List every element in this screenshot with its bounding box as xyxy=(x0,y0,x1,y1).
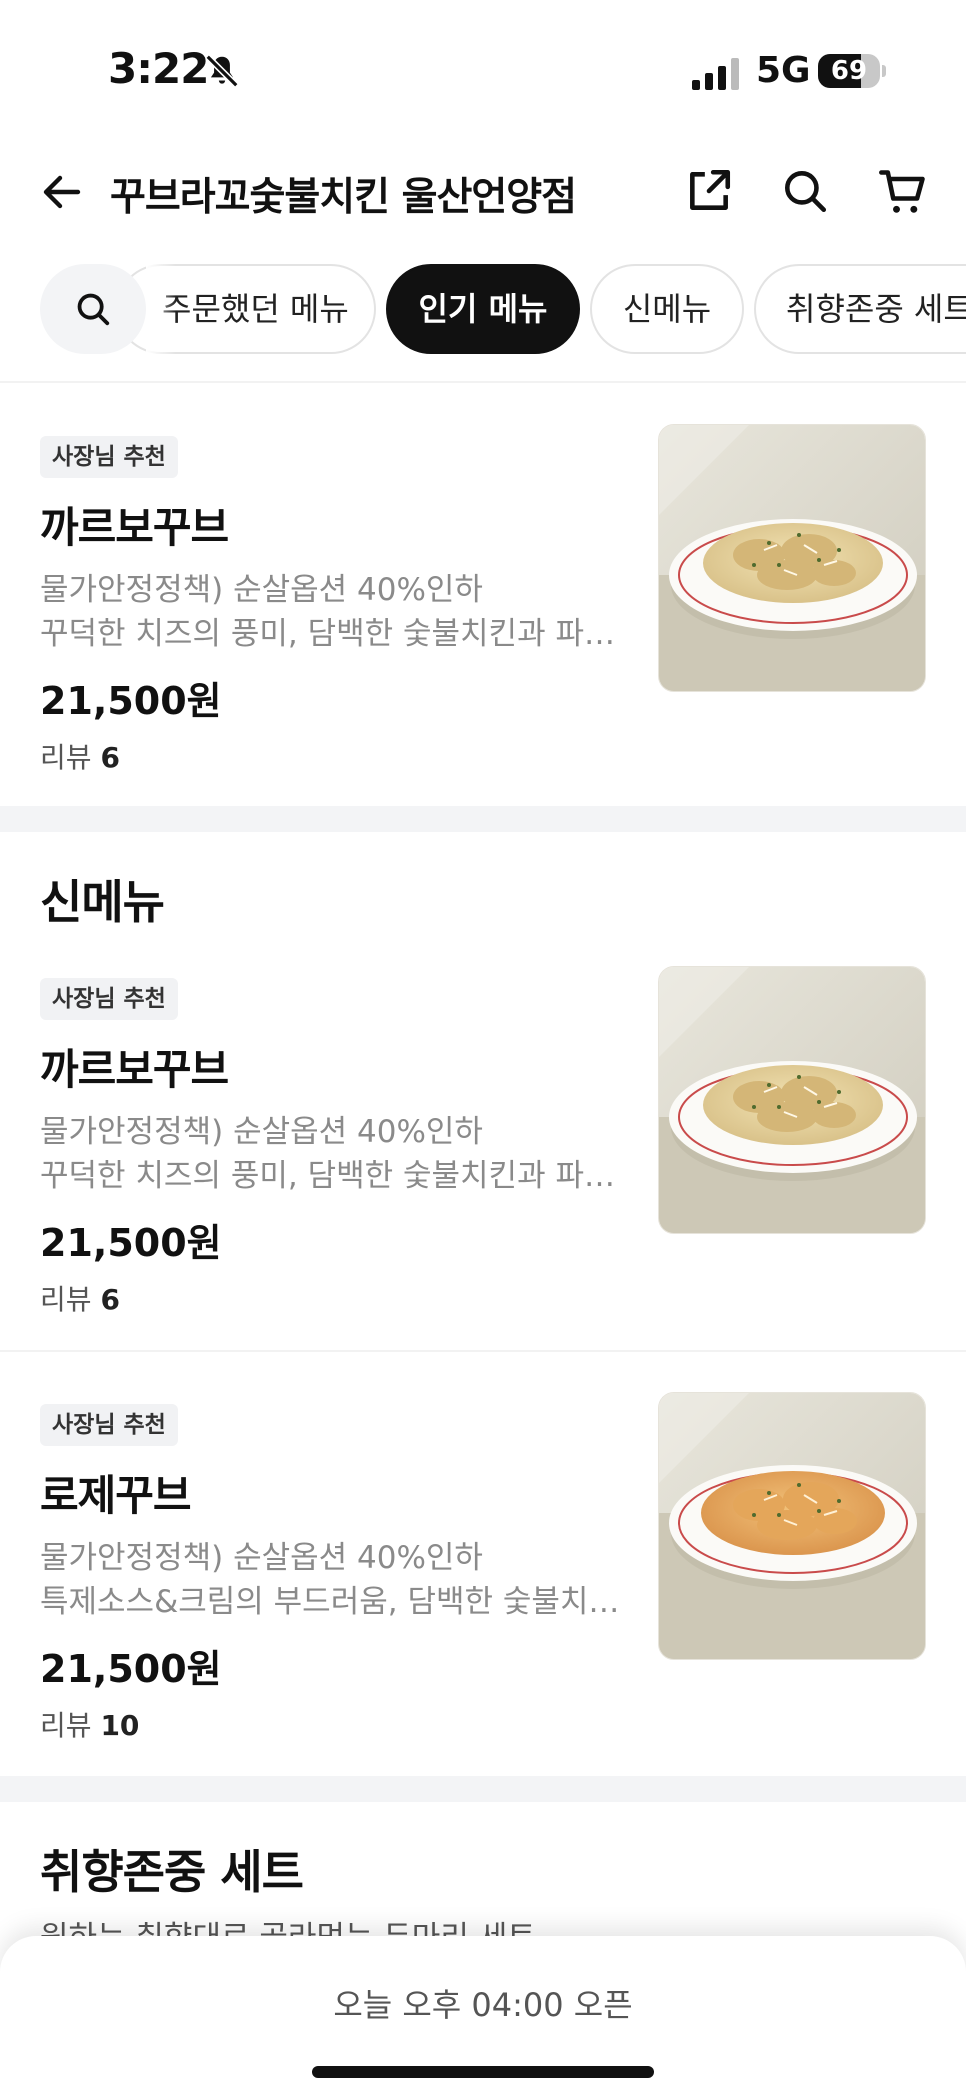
share-icon[interactable] xyxy=(684,166,734,216)
item-desc-line1: 물가안정정책) 순살옵션 40%인하 xyxy=(40,572,483,608)
arrow-left-icon[interactable] xyxy=(38,168,86,216)
item-image xyxy=(658,1392,926,1660)
store-header: 꾸브라꼬숯불치킨 울산언양점 xyxy=(0,150,966,234)
item-review: 리뷰 6 xyxy=(40,1278,120,1318)
menu-item-carbo-new[interactable]: 사장님 추천 까르보꾸브 물가안정정책) 순살옵션 40%인하 꾸덕한 치즈의 … xyxy=(0,966,966,1316)
item-review: 리뷰 6 xyxy=(40,736,120,776)
item-desc-line2: 꾸덕한 치즈의 풍미, 담백한 숯불치킨과 파… xyxy=(40,616,615,652)
category-tabs: 주문했던 메뉴 인기 메뉴 신메뉴 취향존중 세트 xyxy=(0,264,966,356)
item-name: 까르보꾸브 xyxy=(40,503,229,552)
section-title-set-menu: 취향존중 세트 xyxy=(40,1845,304,1899)
search-icon[interactable] xyxy=(780,166,830,216)
section-title-new-menu: 신메뉴 xyxy=(40,875,165,929)
tab-fade xyxy=(146,264,176,354)
section-gap xyxy=(0,1776,966,1802)
tab-set-menu[interactable]: 취향존중 세트 xyxy=(754,264,966,354)
status-bar: 3:22 5G 69 xyxy=(0,0,966,140)
item-name: 로제꾸브 xyxy=(40,1471,192,1520)
tab-new-menu[interactable]: 신메뉴 xyxy=(590,264,744,354)
item-review: 리뷰 10 xyxy=(40,1704,139,1744)
item-price: 21,500원 xyxy=(40,679,222,723)
bottom-sheet: 오늘 오후 04:00 오픈 xyxy=(0,1936,966,2094)
review-count: 6 xyxy=(100,741,120,774)
signal-icon xyxy=(692,58,739,90)
recommend-badge: 사장님 추천 xyxy=(40,978,178,1020)
review-label: 리뷰 xyxy=(40,741,92,774)
item-divider xyxy=(0,1350,966,1352)
bell-slash-icon xyxy=(205,54,239,88)
section-gap xyxy=(0,806,966,832)
item-image xyxy=(658,966,926,1234)
cart-icon[interactable] xyxy=(876,166,930,218)
recommend-badge: 사장님 추천 xyxy=(40,1404,178,1446)
divider xyxy=(0,381,966,383)
review-label: 리뷰 xyxy=(40,1709,92,1742)
battery-icon: 69 xyxy=(818,54,880,88)
status-time: 3:22 xyxy=(108,44,209,93)
search-icon xyxy=(77,293,110,326)
battery-percent: 69 xyxy=(830,56,868,86)
item-desc-line2: 꾸덕한 치즈의 풍미, 담백한 숯불치킨과 파… xyxy=(40,1158,615,1194)
item-desc-line1: 물가안정정책) 순살옵션 40%인하 xyxy=(40,1540,483,1576)
menu-search-button[interactable] xyxy=(40,264,146,354)
recommend-badge: 사장님 추천 xyxy=(40,436,178,478)
item-desc-line2: 특제소스&크림의 부드러움, 담백한 숯불치… xyxy=(40,1584,620,1620)
store-title: 꾸브라꼬숯불치킨 울산언양점 xyxy=(110,175,577,220)
item-price: 21,500원 xyxy=(40,1221,222,1265)
item-name: 까르보꾸브 xyxy=(40,1045,229,1094)
review-count: 6 xyxy=(100,1283,120,1316)
item-desc-line1: 물가안정정책) 순살옵션 40%인하 xyxy=(40,1114,483,1150)
menu-item-rose[interactable]: 사장님 추천 로제꾸브 물가안정정책) 순살옵션 40%인하 특제소스&크림의 … xyxy=(0,1392,966,1742)
review-label: 리뷰 xyxy=(40,1283,92,1316)
open-time-label: 오늘 오후 04:00 오픈 xyxy=(333,1986,633,2024)
item-image xyxy=(658,424,926,692)
tab-popular-menu[interactable]: 인기 메뉴 xyxy=(386,264,580,354)
menu-item-carbo-popular[interactable]: 사장님 추천 까르보꾸브 물가안정정책) 순살옵션 40%인하 꾸덕한 치즈의 … xyxy=(0,424,966,774)
network-label: 5G xyxy=(756,50,811,91)
review-count: 10 xyxy=(100,1709,140,1742)
item-price: 21,500원 xyxy=(40,1647,222,1691)
home-indicator xyxy=(312,2066,654,2078)
battery-tip xyxy=(882,65,886,77)
